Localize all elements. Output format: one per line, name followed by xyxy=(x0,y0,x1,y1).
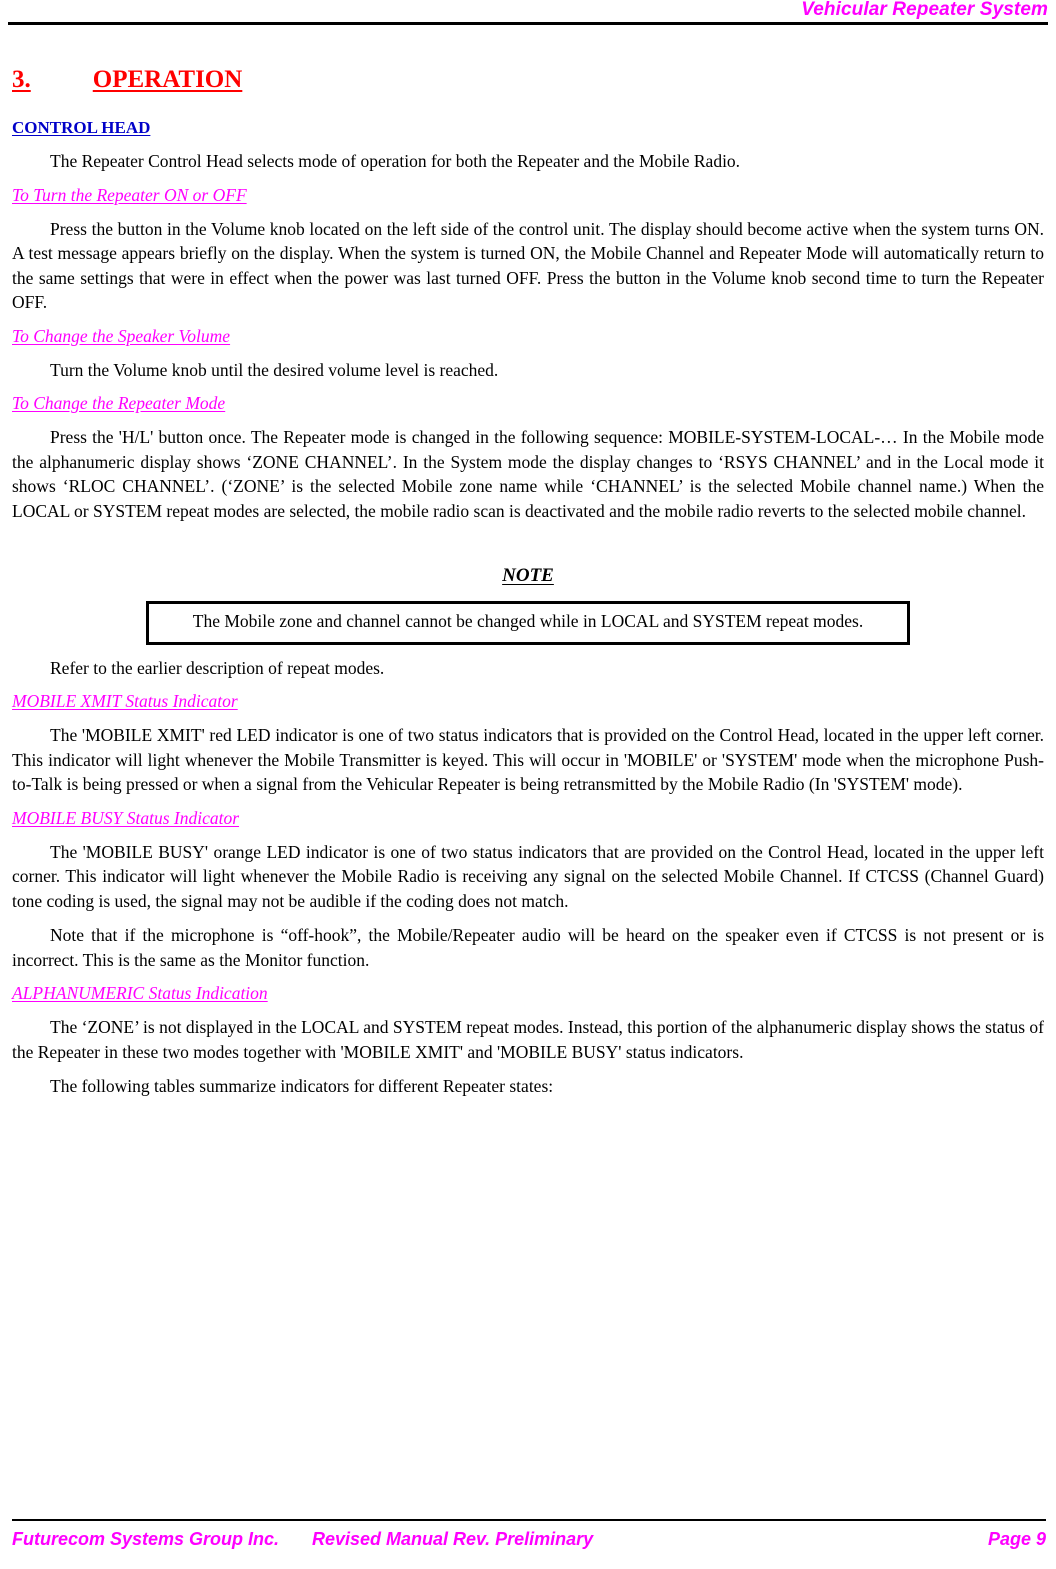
subheading-speaker-volume-wrap: To Change the Speaker Volume xyxy=(12,326,1044,347)
paragraph-repeater-mode: Press the 'H/L' button once. The Repeate… xyxy=(12,427,1044,521)
paragraph-turn-on-off: Press the button in the Volume knob loca… xyxy=(12,218,1044,313)
subheading-repeater-mode-wrap: To Change the Repeater Mode xyxy=(12,393,1044,414)
control-head-heading-wrap: CONTROL HEAD xyxy=(12,118,1044,138)
note-box: The Mobile zone and channel cannot be ch… xyxy=(146,601,910,645)
section-number: 3. xyxy=(12,66,31,93)
document-page: Vehicular Repeater System 3. OPERATION CO… xyxy=(0,0,1056,1569)
note-title: NOTE xyxy=(502,565,554,586)
paragraph-alphanumeric: The ‘ZONE’ is not displayed in the LOCAL… xyxy=(12,1017,1044,1062)
paragraph-speaker-volume: Turn the Volume knob until the desired v… xyxy=(50,359,499,380)
paragraph-mobile-busy-note: Note that if the microphone is “off-hook… xyxy=(12,925,1044,970)
paragraph-refer-repeat-modes: Refer to the earlier description of repe… xyxy=(50,657,385,678)
section-heading: 3. OPERATION xyxy=(12,56,1044,94)
paragraph-following-tables: The following tables summarize indicator… xyxy=(50,1076,554,1096)
header-title: Vehicular Repeater System xyxy=(801,0,1048,20)
subheading-alphanumeric: ALPHANUMERIC Status Indication xyxy=(12,983,268,1003)
header-divider xyxy=(8,22,1048,25)
footer-document-revision: Revised Manual Rev. Preliminary xyxy=(312,1529,594,1549)
page-footer: Futurecom Systems Group Inc. Revised Man… xyxy=(12,1519,1046,1561)
subheading-speaker-volume: To Change the Speaker Volume xyxy=(12,325,231,346)
control-head-heading: CONTROL HEAD xyxy=(12,118,151,137)
subheading-mobile-xmit-wrap: MOBILE XMIT Status Indicator xyxy=(12,691,1044,712)
subheading-turn-on-off-wrap: To Turn the Repeater ON or OFF xyxy=(12,185,1044,206)
subheading-mobile-xmit: MOBILE XMIT Status Indicator xyxy=(12,691,238,711)
subheading-repeater-mode: To Change the Repeater Mode xyxy=(12,393,226,413)
footer-company: Futurecom Systems Group Inc. xyxy=(12,1529,280,1549)
page-header: Vehicular Repeater System xyxy=(8,0,1048,25)
document-body: 3. OPERATION CONTROL HEAD The Repeater Co… xyxy=(12,56,1044,1099)
paragraph-mobile-xmit: The 'MOBILE XMIT' red LED indicator is o… xyxy=(12,725,1044,794)
subheading-mobile-busy: MOBILE BUSY Status Indicator xyxy=(12,807,240,828)
paragraph-mobile-busy: The 'MOBILE BUSY' orange LED indicator i… xyxy=(12,841,1044,911)
footer-page-number: Page 9 xyxy=(987,1529,1046,1549)
footer-divider xyxy=(12,1519,1046,1521)
section-title: OPERATION xyxy=(92,66,243,93)
control-head-intro: The Repeater Control Head selects mode o… xyxy=(50,151,741,171)
subheading-mobile-busy-wrap: MOBILE BUSY Status Indicator xyxy=(12,808,1044,829)
subheading-alphanumeric-wrap: ALPHANUMERIC Status Indication xyxy=(12,983,1044,1004)
subheading-turn-on-off: To Turn the Repeater ON or OFF xyxy=(12,184,247,205)
